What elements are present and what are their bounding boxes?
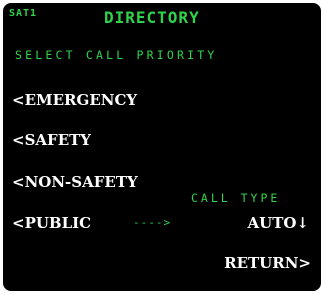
non-safety-option[interactable]: <NON-SAFETY [12, 175, 138, 190]
mcdu-screen: SAT1 DIRECTORY SELECT CALL PRIORITY <EME… [3, 3, 321, 291]
call-type-auto-selector[interactable]: AUTO↓ [247, 216, 309, 231]
return-button[interactable]: RETURN> [224, 256, 311, 271]
emergency-option[interactable]: <EMERGENCY [12, 93, 137, 108]
page-ref-label: SAT1 [9, 8, 38, 19]
call-type-label: CALL TYPE [191, 191, 281, 205]
select-call-priority-label: SELECT CALL PRIORITY [15, 48, 218, 62]
public-option[interactable]: <PUBLIC [12, 216, 91, 231]
public-arrow-indicator: ----> [133, 216, 172, 229]
safety-option[interactable]: <SAFETY [12, 133, 91, 148]
page-title: DIRECTORY [104, 8, 200, 27]
